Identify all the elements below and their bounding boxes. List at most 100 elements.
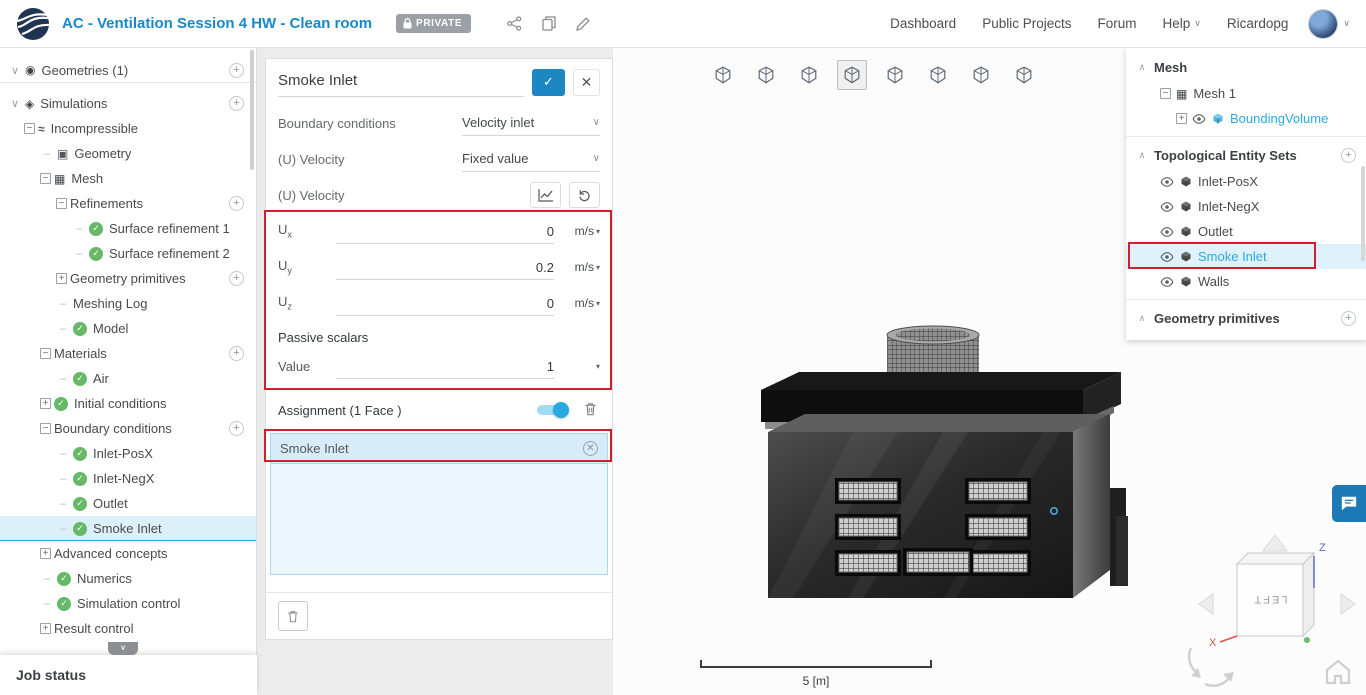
tree-item[interactable]: Outlet [0, 491, 256, 516]
topological-sets-header[interactable]: Topological Entity Sets [1126, 142, 1366, 169]
uz-unit-select[interactable]: m/s ▾ [554, 296, 600, 310]
viewport-tool-button[interactable] [794, 60, 824, 90]
velocity-type-select[interactable]: Fixed value ∨ [462, 146, 600, 172]
tree-item[interactable]: Materials [0, 341, 256, 366]
viewport-tool-button[interactable] [708, 60, 738, 90]
nav-item[interactable]: Ricardopg ∨ [1227, 16, 1289, 31]
scene-tree-item[interactable]: Walls [1126, 269, 1366, 294]
geometry-primitives-header[interactable]: Geometry primitives [1126, 305, 1366, 332]
scene-tree-scrollbar[interactable] [1361, 166, 1365, 261]
assignment-selection-area[interactable]: Smoke Inlet ✕ [270, 433, 608, 575]
expander-icon[interactable] [56, 298, 70, 310]
rotate-up-arrow[interactable] [1262, 534, 1288, 552]
user-menu[interactable]: ∨ [1308, 8, 1350, 39]
trash-icon[interactable] [581, 399, 600, 422]
expander-icon[interactable] [56, 198, 67, 209]
expander-icon[interactable] [56, 273, 67, 284]
orientation-cube-top[interactable] [1235, 552, 1316, 565]
tree-item[interactable]: Refinements [0, 191, 256, 216]
expander-icon[interactable] [40, 548, 51, 559]
viewport-tool-button[interactable] [966, 60, 996, 90]
orientation-widget[interactable]: LEFT Z X [1187, 534, 1356, 687]
visibility-eye-icon[interactable] [1160, 226, 1174, 238]
avatar[interactable] [1308, 8, 1339, 39]
tree-item[interactable]: Inlet-PosX [0, 441, 256, 466]
rotate-left-arrow[interactable] [1198, 593, 1214, 615]
visibility-eye-icon[interactable] [1160, 176, 1174, 188]
visibility-eye-icon[interactable] [1160, 201, 1174, 213]
assignment-toggle[interactable] [535, 402, 569, 418]
scalar-unit-select[interactable]: ▾ [554, 362, 600, 371]
tree-item[interactable]: Initial conditions [0, 391, 256, 416]
visibility-eye-icon[interactable] [1160, 276, 1174, 288]
tree-item[interactable]: Surface refinement 1 [0, 216, 256, 241]
tree-item[interactable]: Surface refinement 2 [0, 241, 256, 266]
add-topological-set-button[interactable] [1341, 148, 1356, 163]
expander-icon[interactable] [56, 448, 70, 460]
viewport-tool-button[interactable] [1009, 60, 1039, 90]
tree-item[interactable]: Result control [0, 616, 256, 641]
tree-item[interactable]: Geometries (1) [0, 58, 256, 83]
add-button[interactable] [229, 421, 244, 436]
share-icon[interactable] [507, 16, 522, 31]
collapse-icon[interactable] [1136, 150, 1148, 161]
tree-item[interactable]: Numerics [0, 566, 256, 591]
expander-icon[interactable] [56, 473, 70, 485]
scalar-value-input[interactable]: 1 [336, 354, 554, 379]
scene-tree-item[interactable]: Outlet [1126, 219, 1366, 244]
expander-icon[interactable] [40, 398, 51, 409]
uz-input[interactable]: 0 [336, 291, 554, 316]
expander-icon[interactable] [40, 148, 54, 160]
uy-input[interactable]: 0.2 [336, 255, 554, 280]
nav-item[interactable]: Forum ∨ [1097, 16, 1136, 31]
expander-icon[interactable] [8, 64, 22, 77]
panel-title-input[interactable]: Smoke Inlet [278, 67, 524, 97]
tree-item[interactable]: Inlet-NegX [0, 466, 256, 491]
add-button[interactable] [229, 346, 244, 361]
apply-button[interactable]: ✓ [532, 68, 565, 96]
ux-unit-select[interactable]: m/s ▾ [554, 224, 600, 238]
expander-icon[interactable] [8, 97, 22, 110]
scene-tree-item[interactable]: Inlet-NegX [1126, 194, 1366, 219]
expander-icon[interactable] [40, 623, 51, 634]
nav-item[interactable]: Public Projects ∨ [982, 16, 1071, 31]
expander-icon[interactable] [40, 598, 54, 610]
add-button[interactable] [229, 271, 244, 286]
tree-item[interactable]: Air [0, 366, 256, 391]
expander-icon[interactable] [1176, 113, 1187, 124]
expander-icon[interactable] [1160, 88, 1171, 99]
scene-tree-item[interactable]: Mesh 1 [1126, 81, 1366, 106]
roll-right-arrow[interactable] [1204, 677, 1230, 687]
tree-item[interactable]: Meshing Log [0, 291, 256, 316]
orientation-cube-side[interactable] [1302, 551, 1315, 638]
close-button[interactable]: ✕ [573, 68, 600, 96]
nav-item[interactable]: Help ∨ [1163, 16, 1201, 31]
expander-icon[interactable] [56, 498, 70, 510]
undo-icon[interactable] [569, 182, 600, 208]
uy-unit-select[interactable]: m/s ▾ [554, 260, 600, 274]
ux-input[interactable]: 0 [336, 219, 554, 244]
expander-icon[interactable] [24, 123, 35, 134]
add-button[interactable] [229, 62, 244, 78]
collapse-icon[interactable] [1136, 313, 1148, 324]
expander-icon[interactable] [72, 248, 86, 260]
nav-item[interactable]: Dashboard ∨ [890, 16, 956, 31]
expander-icon[interactable] [40, 573, 54, 585]
job-status-bar[interactable]: Job status [0, 655, 257, 695]
tree-item[interactable]: Advanced concepts [0, 541, 256, 566]
tree-item[interactable]: Simulations [0, 91, 256, 116]
expander-icon[interactable] [40, 173, 51, 184]
scene-tree-item[interactable]: Inlet-PosX [1126, 169, 1366, 194]
collapse-icon[interactable] [1136, 62, 1148, 73]
tree-item[interactable]: Model [0, 316, 256, 341]
expander-icon[interactable] [40, 423, 51, 434]
chart-icon[interactable] [530, 182, 561, 208]
scene-tree-item[interactable]: BoundingVolume [1126, 106, 1366, 131]
expander-icon[interactable] [56, 373, 70, 385]
scene-tree-item[interactable]: Smoke Inlet [1126, 244, 1366, 269]
tree-item[interactable]: Geometry primitives [0, 266, 256, 291]
visibility-eye-icon[interactable] [1192, 113, 1206, 125]
delete-boundary-condition-button[interactable] [278, 601, 308, 631]
viewport-tool-button[interactable] [880, 60, 910, 90]
visibility-eye-icon[interactable] [1160, 251, 1174, 263]
